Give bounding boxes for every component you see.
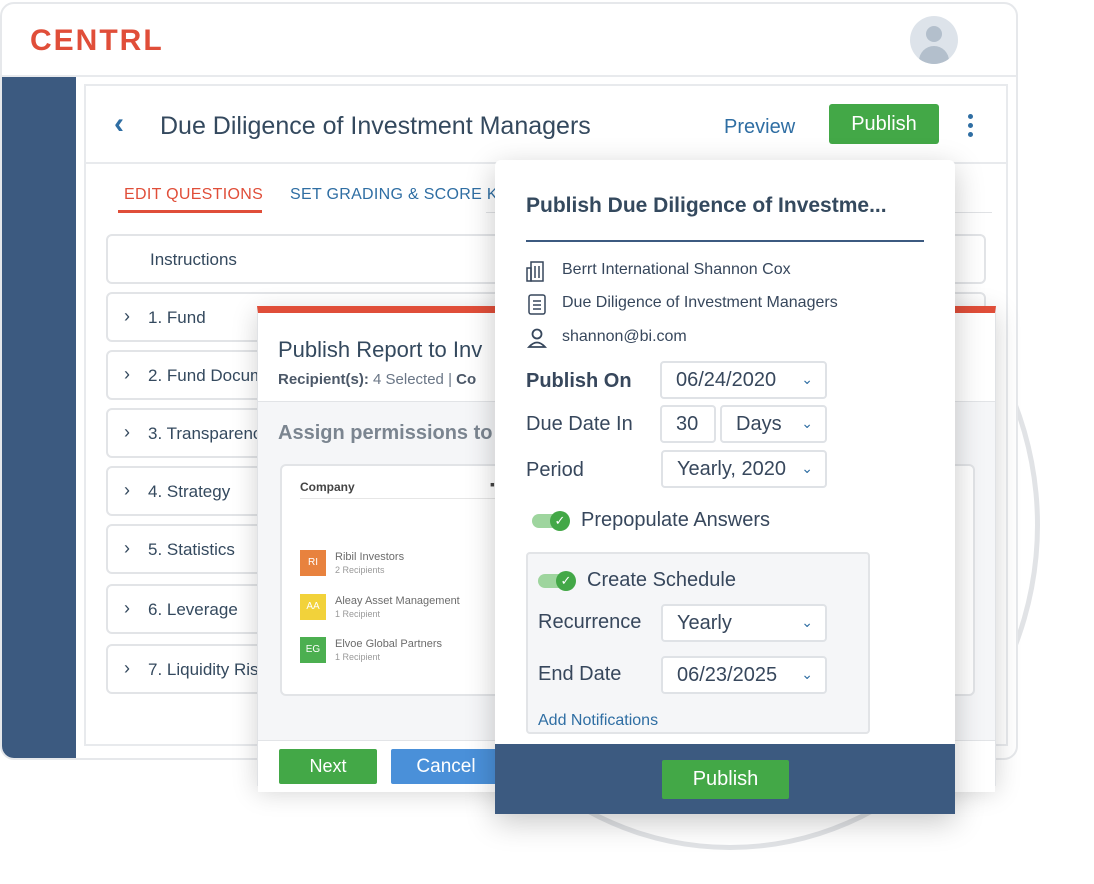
avatar-head-icon bbox=[926, 26, 942, 42]
end-date-select[interactable]: 06/23/2025 ⌄ bbox=[661, 656, 827, 694]
next-button[interactable]: Next bbox=[279, 749, 377, 784]
chevron-down-icon: ⌄ bbox=[801, 371, 813, 387]
due-number-value: 30 bbox=[676, 413, 699, 435]
user-icon bbox=[526, 328, 548, 348]
questionnaire-info: Due Diligence of Investment Managers bbox=[526, 292, 926, 318]
create-schedule-toggle[interactable]: ✓ bbox=[538, 571, 576, 591]
chevron-right-icon: › bbox=[124, 480, 130, 500]
due-unit-value: Days bbox=[736, 413, 782, 435]
title-underline bbox=[526, 240, 924, 242]
question-label: 1. Fund bbox=[148, 308, 206, 327]
prepopulate-label: Prepopulate Answers bbox=[581, 509, 771, 531]
company-badge: RI bbox=[300, 550, 326, 576]
company-row[interactable]: EG Elvoe Global Partners 1 Recipient bbox=[300, 637, 500, 667]
email: shannon@bi.com bbox=[562, 328, 687, 345]
question-label: 6. Leverage bbox=[148, 600, 238, 619]
chevron-right-icon: › bbox=[124, 306, 130, 326]
question-label: 7. Liquidity Ris bbox=[148, 660, 259, 679]
document-icon bbox=[528, 294, 546, 315]
page-header: ‹ Due Diligence of Investment Managers P… bbox=[86, 86, 1006, 164]
schedule-panel: ✓ Create Schedule Recurrence Yearly ⌄ En… bbox=[526, 552, 870, 734]
building-icon bbox=[526, 261, 544, 282]
create-schedule-label: Create Schedule bbox=[587, 569, 736, 591]
period-value: Yearly, 2020 bbox=[677, 458, 786, 480]
company-name: Aleay Asset Management bbox=[335, 595, 460, 607]
questionnaire-name: Due Diligence of Investment Managers bbox=[562, 294, 838, 311]
check-icon: ✓ bbox=[556, 571, 576, 591]
recurrence-select[interactable]: Yearly ⌄ bbox=[661, 604, 827, 642]
question-label: 3. Transparenc bbox=[148, 424, 262, 443]
company-name: Elvoe Global Partners bbox=[335, 638, 442, 650]
prepopulate-toggle[interactable]: ✓ bbox=[532, 511, 570, 531]
company-recipients: 2 Recipients bbox=[335, 565, 385, 575]
company-row[interactable]: RI Ribil Investors 2 Recipients bbox=[300, 550, 500, 580]
check-icon: ✓ bbox=[550, 511, 570, 531]
publish-modal: Publish Due Diligence of Investme... Ber… bbox=[495, 160, 955, 814]
chevron-right-icon: › bbox=[124, 364, 130, 384]
publish-modal-footer: Publish bbox=[495, 744, 955, 814]
chevron-right-icon: › bbox=[124, 598, 130, 618]
due-date-label: Due Date In bbox=[526, 413, 633, 435]
end-date-value: 06/23/2025 bbox=[677, 664, 778, 686]
publish-button[interactable]: Publish bbox=[829, 104, 939, 144]
chevron-down-icon: ⌄ bbox=[801, 666, 813, 682]
email-info: shannon@bi.com bbox=[526, 326, 926, 352]
tab-set-grading[interactable]: SET GRADING & SCORE KEY bbox=[290, 186, 520, 204]
period-select[interactable]: Yearly, 2020 ⌄ bbox=[661, 450, 827, 488]
publish-on-select[interactable]: 06/24/2020 ⌄ bbox=[660, 361, 827, 399]
chevron-down-icon: ⌄ bbox=[801, 460, 813, 476]
chevron-down-icon: ⌄ bbox=[801, 415, 813, 431]
recipients-label: Recipient(s): bbox=[278, 371, 369, 388]
company-badge: EG bbox=[300, 637, 326, 663]
chevron-down-icon: ⌄ bbox=[801, 614, 813, 630]
page-title: Due Diligence of Investment Managers bbox=[160, 112, 591, 140]
question-label: Instructions bbox=[150, 250, 237, 269]
preview-button[interactable]: Preview bbox=[724, 116, 795, 139]
add-notifications-link[interactable]: Add Notifications bbox=[538, 712, 658, 730]
publish-modal-title: Publish Due Diligence of Investme... bbox=[526, 194, 887, 217]
period-label: Period bbox=[526, 459, 584, 481]
company-row[interactable]: AA Aleay Asset Management 1 Recipient bbox=[300, 594, 500, 624]
chevron-right-icon: › bbox=[124, 422, 130, 442]
question-label: 5. Statistics bbox=[148, 540, 235, 559]
tab-edit-questions[interactable]: EDIT QUESTIONS bbox=[124, 186, 263, 204]
end-date-label: End Date bbox=[538, 663, 622, 685]
publish-on-value: 06/24/2020 bbox=[676, 369, 777, 391]
chevron-right-icon: › bbox=[124, 658, 130, 678]
recipients-trail: Co bbox=[456, 371, 477, 388]
active-tab-indicator bbox=[118, 210, 262, 213]
chevron-right-icon: › bbox=[124, 538, 130, 558]
divider bbox=[300, 498, 500, 499]
chevron-left-icon[interactable]: ‹ bbox=[114, 106, 124, 142]
avatar-body-icon bbox=[919, 46, 949, 64]
company-name: Ribil Investors bbox=[335, 551, 405, 563]
due-number-input[interactable]: 30 bbox=[660, 405, 716, 443]
question-label: 4. Strategy bbox=[148, 482, 231, 501]
recurrence-value: Yearly bbox=[677, 612, 732, 634]
recipients-summary: Recipient(s): 4 Selected | Co bbox=[278, 371, 476, 388]
publish-confirm-button[interactable]: Publish bbox=[662, 760, 789, 799]
publish-on-label: Publish On bbox=[526, 370, 632, 392]
cancel-button[interactable]: Cancel bbox=[391, 749, 501, 784]
recurrence-label: Recurrence bbox=[538, 611, 642, 633]
company-recipients: 1 Recipient bbox=[335, 609, 381, 619]
sidebar bbox=[2, 77, 76, 758]
company-badge: AA bbox=[300, 594, 326, 620]
top-bar: CENTRL bbox=[2, 4, 1016, 77]
company-info: Berrt International Shannon Cox bbox=[526, 259, 926, 285]
report-modal-title: Publish Report to Inv bbox=[278, 337, 483, 362]
centrl-logo: CENTRL bbox=[30, 24, 164, 57]
company-name: Berrt International Shannon Cox bbox=[562, 261, 791, 278]
recipients-value: 4 Selected bbox=[373, 371, 444, 388]
column-header-company: Company bbox=[300, 480, 355, 494]
company-recipients: 1 Recipient bbox=[335, 652, 381, 662]
recipients-separator: | bbox=[448, 371, 452, 388]
question-label: 2. Fund Docum bbox=[148, 366, 265, 385]
assign-permissions-heading: Assign permissions to bbox=[278, 422, 493, 444]
kebab-icon[interactable] bbox=[968, 114, 976, 141]
due-unit-select[interactable]: Days ⌄ bbox=[720, 405, 827, 443]
avatar[interactable] bbox=[910, 16, 958, 64]
